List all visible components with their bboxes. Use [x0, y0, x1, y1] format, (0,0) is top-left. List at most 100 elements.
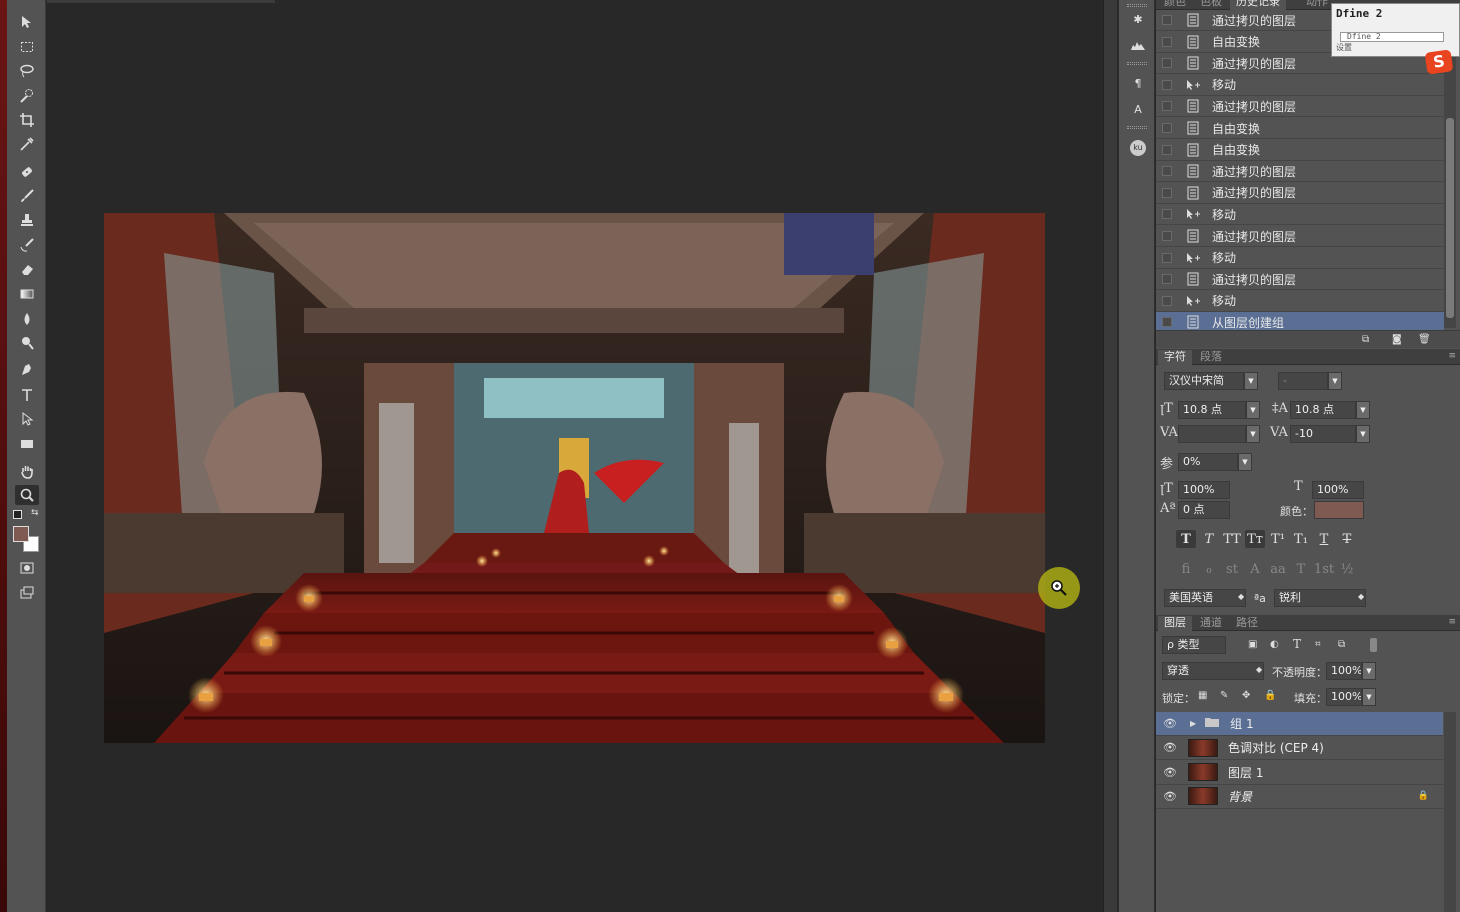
- snapshot-source-checkbox[interactable]: [1162, 317, 1172, 328]
- faux-italic-button[interactable]: T: [1199, 530, 1219, 548]
- ordinals-button[interactable]: 1st: [1314, 560, 1334, 578]
- tab-color[interactable]: 颜色: [1158, 0, 1192, 10]
- crop-tool-icon[interactable]: [15, 110, 39, 130]
- snapshot-source-checkbox[interactable]: [1162, 187, 1172, 198]
- dfine-plugin-popup[interactable]: Dfine 2 Dfine 2 设置: [1331, 3, 1460, 57]
- panel-grip[interactable]: [1127, 62, 1147, 65]
- layers-scrollbar[interactable]: [1444, 712, 1456, 912]
- blend-mode-field[interactable]: 穿透: [1162, 662, 1264, 680]
- underline-button[interactable]: T: [1314, 530, 1334, 548]
- fill-field[interactable]: 100%: [1326, 688, 1362, 706]
- snapshot-source-checkbox[interactable]: [1162, 166, 1172, 177]
- snapshot-source-checkbox[interactable]: [1162, 123, 1172, 133]
- sogou-ime-icon[interactable]: S: [1424, 49, 1454, 75]
- expand-arrow-icon[interactable]: ▶: [1190, 719, 1196, 728]
- eyedropper-tool-icon[interactable]: [15, 134, 39, 154]
- lock-position-icon[interactable]: ✥: [1242, 690, 1256, 702]
- small-caps-button[interactable]: Tт: [1245, 530, 1265, 548]
- font-style-field[interactable]: -: [1278, 372, 1328, 390]
- snapshot-source-checkbox[interactable]: [1162, 209, 1172, 220]
- font-size-dropdown-icon[interactable]: ▼: [1246, 401, 1260, 419]
- tsume-field[interactable]: 0%: [1178, 453, 1238, 471]
- pen-tool-icon[interactable]: [15, 360, 39, 380]
- kerning-field[interactable]: [1178, 425, 1246, 443]
- snapshot-source-checkbox[interactable]: [1162, 231, 1172, 241]
- discretionary-ligatures-button[interactable]: st: [1222, 560, 1242, 578]
- tsume-dropdown-icon[interactable]: ▼: [1238, 453, 1252, 471]
- visibility-eye-icon[interactable]: 👁: [1162, 717, 1178, 730]
- language-dropdown-icon[interactable]: ◆: [1238, 592, 1244, 601]
- leading-field[interactable]: 10.8 点: [1290, 401, 1356, 419]
- history-item[interactable]: 移动: [1156, 75, 1444, 96]
- panel-menu-icon[interactable]: ≡: [1448, 351, 1456, 361]
- font-family-field[interactable]: 汉仪中宋简: [1164, 372, 1244, 390]
- gradient-tool-icon[interactable]: [15, 284, 39, 304]
- histogram-icon[interactable]: [1125, 34, 1151, 56]
- character-styles-icon[interactable]: A: [1125, 98, 1151, 120]
- titling-alternates-button[interactable]: T: [1291, 560, 1311, 578]
- canvas-scrollbar[interactable]: [1103, 0, 1117, 912]
- lock-all-icon[interactable]: 🔒: [1264, 690, 1278, 702]
- popup-field[interactable]: Dfine 2: [1340, 32, 1444, 42]
- font-style-dropdown-icon[interactable]: ▼: [1328, 372, 1342, 390]
- lock-image-icon[interactable]: ✎: [1220, 690, 1234, 702]
- filter-pixel-icon[interactable]: ▣: [1248, 639, 1262, 651]
- tab-character[interactable]: 字符: [1158, 350, 1192, 365]
- default-colors-icon[interactable]: [13, 510, 22, 519]
- filter-shape-icon[interactable]: ⌗: [1315, 639, 1329, 651]
- font-family-dropdown-icon[interactable]: ▼: [1244, 372, 1258, 390]
- lasso-tool-icon[interactable]: [15, 61, 39, 81]
- horizontal-scale-field[interactable]: 100%: [1312, 481, 1364, 499]
- baseline-shift-field[interactable]: 0 点: [1178, 501, 1230, 519]
- antialias-dropdown-icon[interactable]: ◆: [1358, 592, 1364, 601]
- foreground-color-swatch[interactable]: [13, 526, 29, 542]
- swash-button[interactable]: A: [1245, 560, 1265, 578]
- fill-dropdown-icon[interactable]: ▼: [1362, 688, 1376, 706]
- snapshot-source-checkbox[interactable]: [1162, 36, 1172, 47]
- hand-tool-icon[interactable]: [15, 461, 39, 481]
- popup-settings[interactable]: 设置: [1336, 42, 1352, 53]
- text-color-swatch[interactable]: [1314, 501, 1364, 519]
- swap-colors-icon[interactable]: ⇆: [31, 508, 39, 518]
- layer-row[interactable]: 👁 色调对比 (CEP 4): [1156, 736, 1443, 761]
- document-image[interactable]: [104, 213, 1045, 743]
- language-field[interactable]: 美国英语: [1164, 589, 1246, 607]
- tab-swatches[interactable]: 色板: [1194, 0, 1228, 10]
- snapshot-source-checkbox[interactable]: [1162, 15, 1172, 25]
- eraser-tool-icon[interactable]: [15, 259, 39, 279]
- filter-adjustment-icon[interactable]: ◐: [1270, 639, 1284, 651]
- document-tab[interactable]: [47, 0, 275, 3]
- strikethrough-button[interactable]: T: [1337, 530, 1357, 548]
- clone-stamp-tool-icon[interactable]: [15, 210, 39, 230]
- dodge-tool-icon[interactable]: [15, 333, 39, 353]
- superscript-button[interactable]: T¹: [1268, 530, 1288, 548]
- navigator-icon[interactable]: ✱: [1125, 8, 1151, 30]
- fractions-button[interactable]: ½: [1337, 560, 1357, 578]
- layer-filter-kind[interactable]: ρ 类型: [1162, 636, 1226, 654]
- tab-layers[interactable]: 图层: [1158, 616, 1192, 631]
- tab-history[interactable]: 历史记录: [1230, 0, 1286, 10]
- layer-name[interactable]: 组 1: [1230, 715, 1253, 732]
- tab-channels[interactable]: 通道: [1194, 616, 1228, 631]
- delete-state-icon[interactable]: 🗑: [1418, 334, 1432, 346]
- history-brush-tool-icon[interactable]: [15, 235, 39, 255]
- visibility-eye-icon[interactable]: 👁: [1162, 741, 1178, 754]
- filter-smart-object-icon[interactable]: ⧉: [1338, 639, 1352, 651]
- history-item[interactable]: 通过拷贝的图层: [1156, 183, 1444, 204]
- font-size-field[interactable]: 10.8 点: [1178, 401, 1246, 419]
- document-canvas[interactable]: [47, 0, 1103, 912]
- stylistic-alternates-button[interactable]: aa: [1268, 560, 1288, 578]
- quick-selection-tool-icon[interactable]: [15, 86, 39, 106]
- opacity-dropdown-icon[interactable]: ▼: [1362, 662, 1376, 680]
- snapshot-source-checkbox[interactable]: [1162, 252, 1172, 263]
- marquee-tool-icon[interactable]: [15, 37, 39, 57]
- faux-bold-button[interactable]: T: [1176, 530, 1196, 548]
- layer-name[interactable]: 色调对比 (CEP 4): [1228, 739, 1324, 756]
- leading-dropdown-icon[interactable]: ▼: [1356, 401, 1370, 419]
- antialias-field[interactable]: 锐利: [1274, 589, 1366, 607]
- visibility-eye-icon[interactable]: 👁: [1162, 790, 1178, 803]
- history-item[interactable]: 移动: [1156, 248, 1444, 269]
- layer-row[interactable]: 👁 图层 1: [1156, 761, 1443, 785]
- history-item[interactable]: 通过拷贝的图层: [1156, 269, 1444, 291]
- screen-mode-icon[interactable]: [15, 583, 39, 603]
